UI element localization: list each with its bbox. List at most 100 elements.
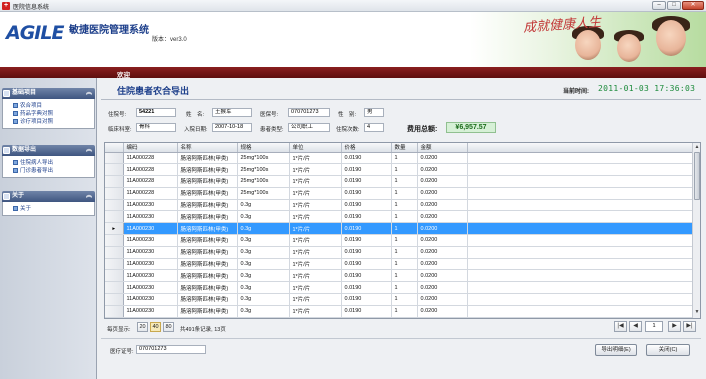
row-header[interactable]	[105, 187, 124, 200]
table-row[interactable]: 11A000230 肠溶阿斯匹林(甲类) 0.3g 1*片/片 0.0190 1 0.020…	[105, 293, 694, 306]
row-header[interactable]	[105, 175, 124, 188]
row-header[interactable]	[105, 234, 124, 247]
col-header-code[interactable]: 编码	[123, 143, 178, 153]
sidebar-group-export-header[interactable]: 数据导出 ︽	[2, 145, 95, 156]
table-row[interactable]: 11A000230 肠溶阿斯匹林(甲类) 0.3g 1*片/片 0.0190 1 0.020…	[105, 281, 694, 295]
first-page-button[interactable]: |◀	[614, 321, 627, 332]
insurance-no-field[interactable]: 070701273	[288, 108, 330, 117]
name-field[interactable]: 王猴军	[212, 108, 252, 117]
cell-spec: 0.3g	[237, 210, 290, 224]
minimize-button[interactable]: –	[652, 1, 666, 10]
cell-name: 肠溶阿斯匹林(甲类)	[177, 152, 238, 165]
cell-qty: 1	[391, 281, 418, 295]
banner-face-2	[617, 34, 641, 62]
collapse-icon[interactable]: ︽	[86, 145, 92, 156]
inpatient-no-label: 住院号:	[108, 112, 127, 118]
col-header-price[interactable]: 价格	[341, 143, 392, 153]
row-header[interactable]: ▸	[105, 222, 124, 236]
sidebar-group-basic-header[interactable]: 基础项目 ︽	[2, 88, 95, 99]
row-header[interactable]	[105, 246, 124, 259]
cell-name: 肠溶阿斯匹林(甲类)	[177, 199, 238, 212]
cell-amount: 0.0200	[417, 187, 468, 200]
table-row[interactable]: ▸ 11A000230 肠溶阿斯匹林(甲类) 0.3g 1*片/片 0.0190 1 0.02…	[105, 222, 694, 236]
gender-field[interactable]: 男	[364, 108, 384, 117]
row-header[interactable]	[105, 152, 124, 165]
cell-qty: 1	[391, 210, 418, 224]
col-header-amount[interactable]: 金额	[417, 143, 468, 153]
table-row[interactable]: 11A000228 肠溶阿斯匹林(甲类) 25mg*100s 1*片/片 0.0190 1…	[105, 152, 694, 165]
sidebar-item-about[interactable]: 关于	[3, 204, 94, 212]
close-window-button[interactable]: ✕	[682, 1, 704, 10]
divider	[101, 338, 701, 339]
cell-amount: 0.0200	[417, 234, 468, 247]
col-header-unit[interactable]: 单位	[289, 143, 342, 153]
row-header[interactable]	[105, 281, 124, 295]
sidebar-group-about-header[interactable]: 关于 ︽	[2, 191, 95, 202]
sidebar-item-inpatient-export[interactable]: 住院病人导出	[3, 158, 94, 166]
sidebar-item-outpatient-export[interactable]: 门诊患者导出	[3, 166, 94, 174]
collapse-icon[interactable]: ︽	[86, 88, 92, 99]
table-row[interactable]: 11A000230 肠溶阿斯匹林(甲类) 0.3g 1*片/片 0.0190 1 0.020…	[105, 246, 694, 259]
admit-date-field[interactable]: 2007-10-18	[212, 123, 252, 132]
admit-count-field[interactable]: 4	[364, 123, 384, 132]
row-header[interactable]	[105, 210, 124, 224]
collapse-icon[interactable]: ︽	[86, 191, 92, 202]
page-size-40-button[interactable]: 40	[150, 322, 161, 332]
divider	[101, 99, 701, 100]
table-row[interactable]: 11A000230 肠溶阿斯匹林(甲类) 0.3g 1*片/片 0.0190 1 0.020…	[105, 305, 694, 318]
table-row[interactable]: 11A000230 肠溶阿斯匹林(甲类) 0.3g 1*片/片 0.0190 1 0.020…	[105, 269, 694, 283]
item-icon	[13, 118, 18, 124]
page-size-20-button[interactable]: 20	[137, 322, 148, 332]
cell-code: 11A000230	[123, 281, 178, 295]
folder-icon	[3, 90, 10, 97]
row-header[interactable]	[105, 199, 124, 212]
maximize-button[interactable]: □	[667, 1, 681, 10]
table-row[interactable]: 11A000230 肠溶阿斯匹林(甲类) 0.3g 1*片/片 0.0190 1 0.020…	[105, 234, 694, 247]
cell-filler	[467, 234, 694, 247]
table-row[interactable]: 11A000230 肠溶阿斯匹林(甲类) 0.3g 1*片/片 0.0190 1 0.020…	[105, 258, 694, 271]
cell-unit: 1*片/片	[289, 269, 342, 283]
table-row[interactable]: 11A000228 肠溶阿斯匹林(甲类) 25mg*100s 1*片/片 0.0190 1…	[105, 163, 694, 177]
table-row[interactable]: 11A000228 肠溶阿斯匹林(甲类) 25mg*100s 1*片/片 0.0190 1…	[105, 175, 694, 188]
scroll-up-icon[interactable]: ▲	[694, 144, 700, 151]
scroll-down-icon[interactable]: ▼	[694, 309, 700, 316]
cell-price: 0.0190	[341, 175, 392, 188]
page-size-80-button[interactable]: 80	[163, 322, 174, 332]
row-header[interactable]	[105, 293, 124, 306]
patient-type-field[interactable]: 公司职工	[288, 123, 330, 132]
sidebar-item-nonghe-project[interactable]: 农合项目	[3, 101, 94, 109]
col-header-qty[interactable]: 数量	[391, 143, 418, 153]
row-header[interactable]	[105, 163, 124, 177]
current-time: 2011-01-03 17:36:03	[598, 84, 696, 93]
prev-page-button[interactable]: ◀	[629, 321, 642, 332]
export-detail-button[interactable]: 导出明细(E)	[595, 344, 637, 356]
grid-vertical-scrollbar[interactable]: ▲ ▼	[692, 143, 700, 318]
last-page-button[interactable]: ▶|	[683, 321, 696, 332]
row-header[interactable]	[105, 258, 124, 271]
cell-filler	[467, 269, 694, 283]
cell-qty: 1	[391, 269, 418, 283]
cell-filler	[467, 199, 694, 212]
insurance-no-label: 医保号:	[260, 112, 279, 118]
next-page-button[interactable]: ▶	[668, 321, 681, 332]
scroll-thumb[interactable]	[694, 152, 700, 200]
detail-grid[interactable]: 编码 名称 规格 单位 价格 数量 金额 11A000228 肠溶阿斯匹林(甲类)…	[104, 142, 701, 319]
table-row[interactable]: 11A000230 肠溶阿斯匹林(甲类) 0.3g 1*片/片 0.0190 1 0.020…	[105, 199, 694, 212]
dept-field[interactable]: 骨科	[136, 123, 176, 132]
close-button[interactable]: 关闭(C)	[646, 344, 690, 356]
medical-card-field[interactable]: 070701273	[136, 345, 206, 354]
cell-qty: 1	[391, 175, 418, 188]
sidebar-item-treatment-items[interactable]: 诊疗项目对照	[3, 117, 94, 125]
col-header-spec[interactable]: 规格	[237, 143, 290, 153]
cell-qty: 1	[391, 293, 418, 306]
gender-label: 性 别:	[338, 112, 357, 118]
table-row[interactable]: 11A000228 肠溶阿斯匹林(甲类) 25mg*100s 1*片/片 0.0190 1…	[105, 187, 694, 200]
inpatient-no-field[interactable]: 54221	[136, 108, 176, 117]
col-header-name[interactable]: 名称	[177, 143, 238, 153]
row-header[interactable]	[105, 269, 124, 283]
table-row[interactable]: 11A000230 肠溶阿斯匹林(甲类) 0.3g 1*片/片 0.0190 1 0.020…	[105, 210, 694, 224]
row-header[interactable]	[105, 305, 124, 318]
cell-unit: 1*片/片	[289, 187, 342, 200]
current-page-input[interactable]: 1	[645, 321, 663, 332]
sidebar-item-drug-dictionary[interactable]: 药品字典对照	[3, 109, 94, 117]
